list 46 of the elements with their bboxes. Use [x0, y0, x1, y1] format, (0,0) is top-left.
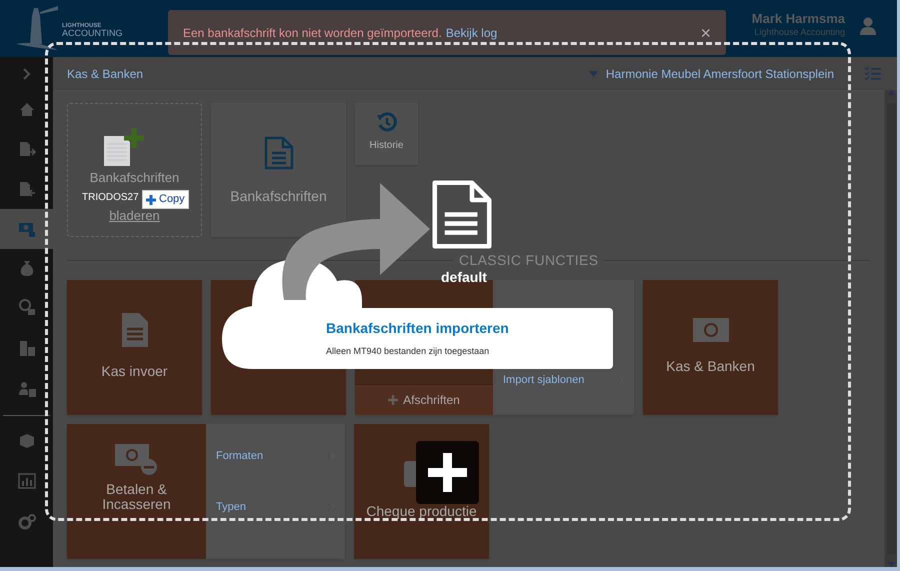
submenu-link[interactable]: Import sjablonen — [503, 372, 624, 388]
settings-icon — [18, 513, 36, 531]
copy-badge: Copy — [142, 190, 189, 209]
breadcrumb-link[interactable]: Kas & Banken — [67, 64, 144, 82]
bar-chart-icon — [18, 472, 36, 490]
statements-tile[interactable]: Bankafschriften — [211, 103, 346, 237]
plus-icon — [146, 194, 156, 204]
add-statements-button[interactable]: Afschriften — [355, 384, 493, 415]
document-out-icon — [18, 140, 36, 158]
history-tile[interactable]: Historie — [355, 103, 418, 165]
function-tile[interactable]: Kas & Banken — [643, 280, 778, 415]
submenu-link[interactable]: Typen — [216, 498, 335, 515]
view-log-link[interactable]: Bekijk log — [446, 24, 498, 42]
person-calculator-icon — [18, 380, 36, 398]
file-icon — [102, 128, 146, 166]
document-icon — [264, 136, 294, 170]
close-button[interactable]: × — [700, 24, 711, 42]
user-name: Mark Harmsma — [752, 11, 845, 28]
company-name: Lighthouse Accounting — [754, 27, 845, 38]
function-tile[interactable]: Kas invoer — [67, 280, 202, 415]
drop-title: Bankafschriften importeren — [326, 319, 510, 338]
administration-dropdown[interactable]: Harmonie Meubel Amersfoort Stationsplein — [588, 64, 834, 82]
caret-icon — [588, 70, 598, 76]
sidebar-item[interactable] — [0, 209, 53, 249]
section-heading: CLASSIC FUNCTIES — [453, 252, 604, 268]
file-name: TRIODOS27 — [82, 191, 139, 205]
document-icon — [432, 180, 492, 249]
home-icon — [18, 100, 36, 118]
file-label: default — [441, 270, 487, 284]
drop-subtitle: Alleen MT940 bestanden zijn toegestaan — [326, 345, 490, 358]
buildings-icon — [18, 339, 36, 357]
browse-link[interactable]: bladeren — [109, 206, 160, 225]
function-tile[interactable]: Betalen & Incasseren — [67, 424, 206, 559]
bank-note-minus-icon — [114, 444, 158, 476]
add-icon — [416, 441, 479, 504]
cube-icon — [18, 432, 36, 450]
drop-zone-text: Bankafschriften — [90, 169, 180, 187]
plus-icon — [388, 395, 398, 405]
user-icon — [859, 17, 877, 35]
submenu-link[interactable]: Formaten — [216, 448, 335, 464]
history-icon — [376, 111, 398, 133]
alert-message: Een bankafschrift kon niet worden geïmporteerd. — [183, 24, 442, 42]
document-in-icon — [18, 180, 36, 198]
checklist-icon — [864, 66, 881, 82]
logo-text: ACCOUNTING — [62, 29, 122, 38]
document-icon — [122, 313, 148, 347]
